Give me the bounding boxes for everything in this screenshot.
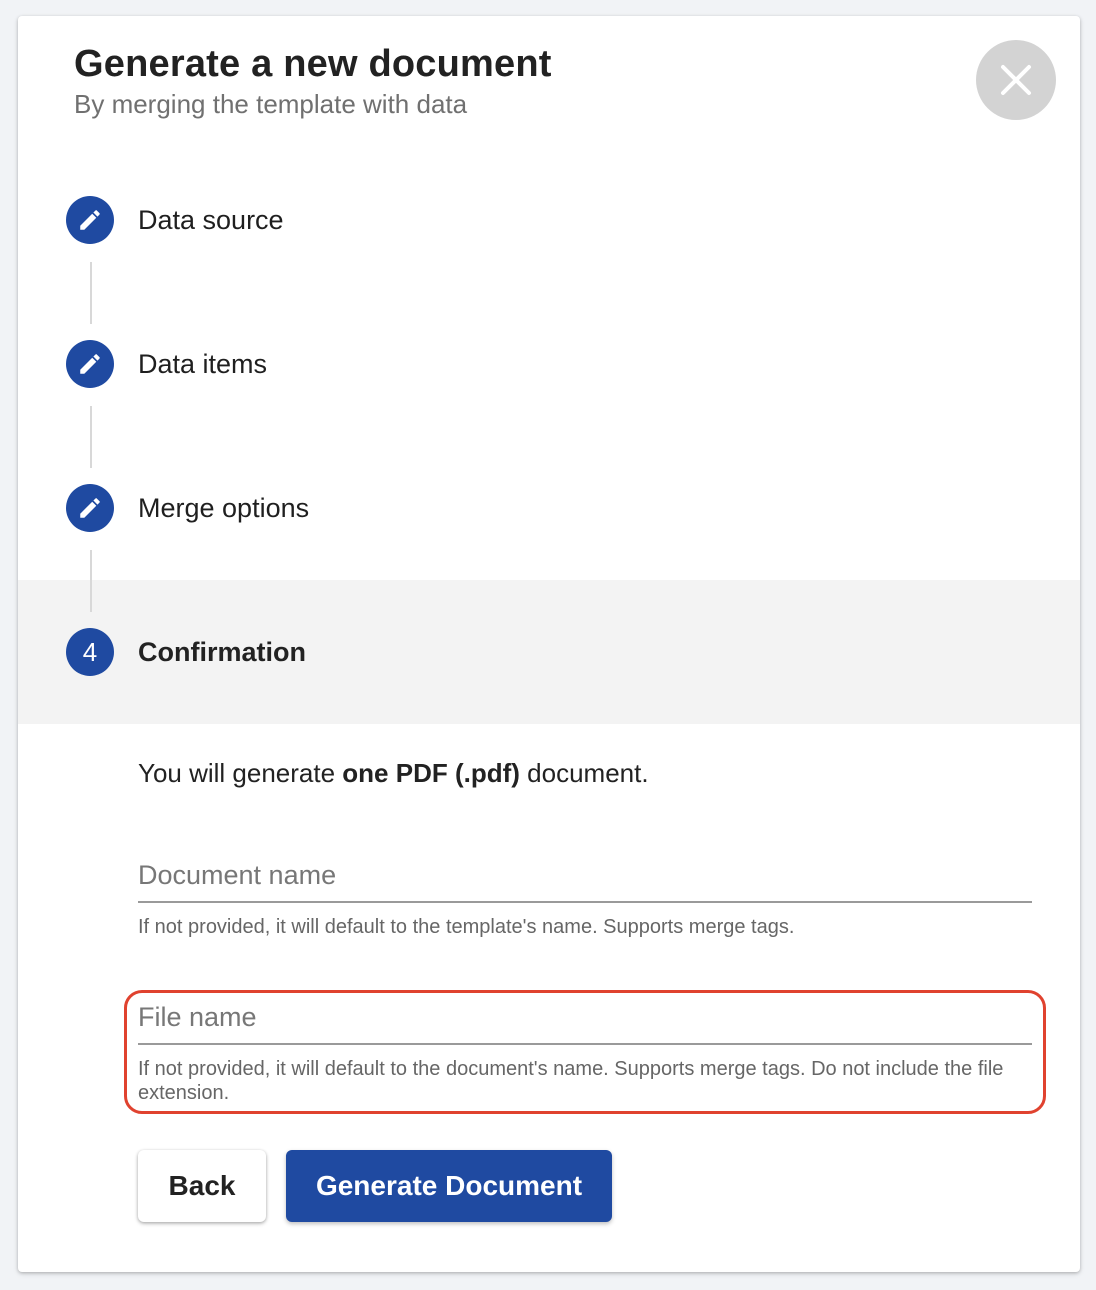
generate-document-button[interactable]: Generate Document	[286, 1150, 612, 1222]
step-data-items[interactable]: Data items	[18, 292, 1080, 436]
step-circle	[66, 484, 114, 532]
dialog-title: Generate a new document	[74, 43, 552, 85]
back-button[interactable]: Back	[138, 1150, 266, 1222]
generate-document-dialog: Generate a new document By merging the t…	[18, 16, 1080, 1272]
summary-prefix: You will generate	[138, 758, 343, 788]
step-circle	[66, 196, 114, 244]
step-number-badge: 4	[66, 628, 114, 676]
step-connector	[90, 550, 92, 612]
step-merge-options[interactable]: Merge options	[18, 436, 1080, 580]
dialog-header: Generate a new document By merging the t…	[74, 42, 552, 120]
pencil-icon	[80, 498, 100, 518]
summary-format: one PDF (.pdf)	[342, 758, 520, 788]
highlight-annotation	[124, 990, 1046, 1114]
step-label: Data source	[138, 205, 284, 235]
step-confirmation: 4 Confirmation	[18, 580, 1080, 724]
pencil-icon	[80, 354, 100, 374]
confirmation-content: You will generate one PDF (.pdf) documen…	[138, 756, 1038, 790]
step-label: Data items	[138, 349, 268, 379]
close-button[interactable]	[976, 40, 1056, 120]
step-circle	[66, 340, 114, 388]
dialog-subtitle: By merging the template with data	[74, 89, 468, 119]
step-label: Confirmation	[138, 637, 306, 667]
step-label: Merge options	[138, 493, 310, 523]
summary-suffix: document.	[519, 758, 649, 788]
document-name-input[interactable]	[138, 860, 1032, 903]
pencil-icon	[80, 210, 100, 230]
document-name-hint: If not provided, it will default to the …	[138, 916, 795, 938]
generation-summary: You will generate one PDF (.pdf) documen…	[138, 756, 1038, 790]
close-icon	[1001, 65, 1031, 95]
document-name-field: If not provided, it will default to the …	[138, 860, 1032, 939]
step-data-source[interactable]: Data source	[18, 148, 1080, 292]
